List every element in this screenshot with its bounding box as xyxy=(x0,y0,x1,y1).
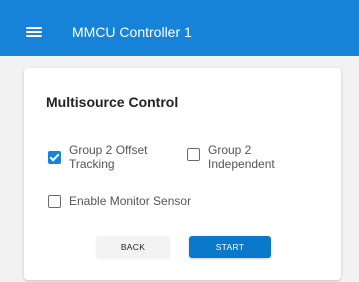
hamburger-menu-icon[interactable] xyxy=(26,27,42,37)
enable-monitor-sensor-label: Enable Monitor Sensor xyxy=(69,194,192,208)
group2-offset-tracking-label: Group 2 Offset Tracking xyxy=(69,143,148,171)
group2-independent-label: Group 2 Independent xyxy=(208,143,275,171)
group2-offset-tracking-option[interactable]: Group 2 Offset Tracking xyxy=(48,143,148,171)
group2-offset-tracking-checkbox[interactable] xyxy=(48,151,61,164)
multisource-control-card: Multisource Control Group 2 Offset Track… xyxy=(24,68,341,280)
enable-monitor-sensor-option[interactable]: Enable Monitor Sensor xyxy=(48,194,191,208)
back-button[interactable]: BACK xyxy=(96,236,170,258)
enable-monitor-sensor-checkbox[interactable] xyxy=(48,194,61,208)
card-title: Multisource Control xyxy=(46,94,179,110)
app-title: MMCU Controller 1 xyxy=(72,24,192,40)
group2-independent-checkbox[interactable] xyxy=(187,148,200,161)
app-bar: MMCU Controller 1 xyxy=(0,0,359,56)
group2-independent-option[interactable]: Group 2 Independent xyxy=(187,143,275,171)
start-button[interactable]: START xyxy=(189,236,271,258)
